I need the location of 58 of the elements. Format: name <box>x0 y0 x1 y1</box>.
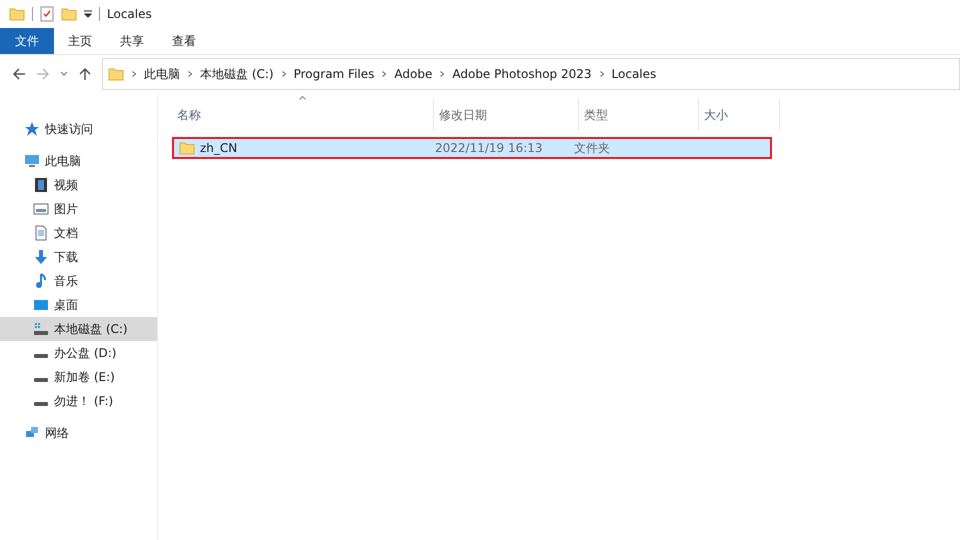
drive-icon <box>34 354 48 358</box>
sidebar-item[interactable]: 快速访问 <box>0 117 157 141</box>
film-icon <box>33 177 49 193</box>
chevron-right-icon[interactable] <box>132 71 136 77</box>
checklist-icon[interactable] <box>40 6 54 22</box>
column-header[interactable]: 大小 <box>699 99 780 131</box>
sidebar-item[interactable]: 音乐 <box>0 269 157 293</box>
drive-icon <box>34 378 48 382</box>
sidebar-item[interactable]: 视频 <box>0 173 157 197</box>
folder-icon <box>179 141 195 155</box>
sidebar-item[interactable]: 此电脑 <box>0 149 157 173</box>
breadcrumb-item[interactable]: Adobe <box>394 67 432 81</box>
chevron-right-icon[interactable] <box>440 71 444 77</box>
sidebar-item[interactable]: 文档 <box>0 221 157 245</box>
address-bar[interactable]: 此电脑 本地磁盘 (C:) Program Files Adobe Adobe Photoshop 2023 Locales <box>102 58 960 90</box>
sidebar-item[interactable]: 图片 <box>0 197 157 221</box>
column-header[interactable]: 名称 <box>172 99 434 131</box>
folder-icon <box>9 7 25 21</box>
chevron-right-icon[interactable] <box>282 71 286 77</box>
desktop-icon <box>33 297 49 313</box>
document-icon <box>33 225 49 241</box>
sidebar-item[interactable]: 勿进！ (F:) <box>0 389 157 413</box>
drive-icon <box>34 402 48 406</box>
down-arrow-icon <box>33 249 49 265</box>
chevron-right-icon[interactable] <box>600 71 604 77</box>
sidebar-item[interactable]: 网络 <box>0 421 157 445</box>
sidebar-item[interactable]: 办公盘 (D:) <box>0 341 157 365</box>
chevron-right-icon[interactable] <box>382 71 386 77</box>
file-row[interactable]: zh_CN 2022/11/19 16:13 文件夹 <box>172 137 772 159</box>
back-arrow-icon[interactable] <box>12 67 26 81</box>
folder-icon <box>61 7 77 21</box>
file-type: 文件夹 <box>574 140 610 156</box>
breadcrumb-item[interactable]: 此电脑 <box>144 66 180 82</box>
up-arrow-icon[interactable] <box>78 67 92 81</box>
sidebar-item[interactable]: 新加卷 (E:) <box>0 365 157 389</box>
breadcrumb-item[interactable]: 本地磁盘 (C:) <box>200 66 274 82</box>
picture-icon <box>33 201 49 217</box>
breadcrumb-item[interactable]: Adobe Photoshop 2023 <box>452 67 592 81</box>
modified-date: 2022/11/19 16:13 <box>435 141 543 155</box>
system-drive-icon <box>33 321 49 337</box>
music-note-icon <box>33 273 49 289</box>
sidebar-item[interactable]: 桌面 <box>0 293 157 317</box>
monitor-icon <box>24 153 40 169</box>
file-name: zh_CN <box>200 141 238 155</box>
star-icon <box>24 121 40 137</box>
sidebar-item[interactable]: 本地磁盘 (C:) <box>0 317 157 341</box>
ribbon-tab[interactable]: 文件 <box>0 28 54 54</box>
column-header[interactable]: 修改日期 <box>434 99 579 131</box>
dropdown-icon[interactable] <box>84 10 92 18</box>
sort-caret-icon <box>299 96 306 100</box>
chevron-down-icon[interactable] <box>60 70 68 78</box>
folder-icon <box>108 67 124 81</box>
column-header[interactable]: 类型 <box>579 99 699 131</box>
breadcrumb-item[interactable]: Program Files <box>294 67 374 81</box>
sidebar-item[interactable]: 下载 <box>0 245 157 269</box>
window-title: Locales <box>107 7 152 21</box>
chevron-right-icon[interactable] <box>188 71 192 77</box>
breadcrumb-item[interactable]: Locales <box>612 67 656 81</box>
